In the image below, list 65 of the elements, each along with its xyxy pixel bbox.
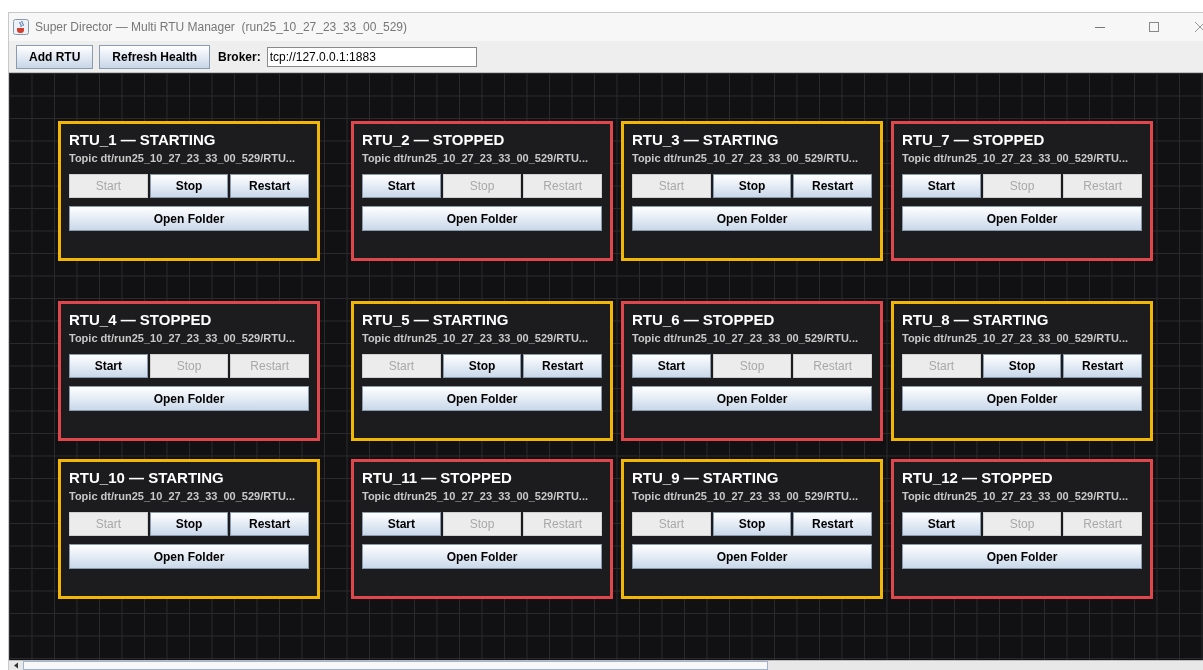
open-folder-button[interactable]: Open Folder — [632, 386, 872, 411]
card-title: RTU_5 — STARTING — [362, 310, 510, 330]
action-button[interactable]: Restart — [1063, 354, 1142, 378]
window-title: Super Director — Multi RTU Manager (run25_10_27_23_33_00_529) — [35, 19, 407, 36]
close-icon[interactable] — [1195, 22, 1203, 32]
card-title: RTU_4 — STOPPED — [69, 310, 213, 330]
action-button[interactable]: Start — [632, 354, 711, 378]
action-button[interactable]: Stop — [442, 354, 522, 378]
minimize-icon[interactable] — [1095, 26, 1105, 28]
broker-field[interactable]: tcp://127.0.0.1:1883 — [266, 46, 477, 67]
scroll-thumb[interactable] — [23, 661, 768, 670]
card-title: RTU_7 — STOPPED — [902, 130, 1046, 150]
topic-text: Topic dt/run25_10_27_23_33_00_529/RTU... — [362, 331, 590, 346]
card-title: RTU_3 — STARTING — [632, 130, 780, 150]
open-folder-button[interactable]: Open Folder — [69, 206, 309, 231]
card-title: RTU_1 — STARTING — [69, 130, 217, 150]
open-folder-button[interactable]: Open Folder — [632, 206, 872, 231]
card-title: RTU_9 — STARTING — [632, 468, 780, 488]
open-folder-button[interactable]: Open Folder — [362, 206, 602, 231]
card-title: RTU_12 — STOPPED — [902, 468, 1054, 488]
topic-text: Topic dt/run25_10_27_23_33_00_529/RTU... — [69, 151, 297, 166]
action-button[interactable]: Start — [902, 512, 981, 536]
action-button[interactable]: Restart — [793, 512, 872, 536]
action-button[interactable]: Stop — [712, 174, 792, 198]
card-title: RTU_2 — STOPPED — [362, 130, 506, 150]
toolbar-button[interactable]: Add RTU — [16, 44, 94, 69]
open-folder-button[interactable]: Open Folder — [362, 544, 602, 569]
topic-text: Topic dt/run25_10_27_23_33_00_529/RTU... — [632, 489, 860, 504]
topic-text: Topic dt/run25_10_27_23_33_00_529/RTU... — [632, 151, 860, 166]
open-folder-button[interactable]: Open Folder — [902, 206, 1142, 231]
card-title: RTU_6 — STOPPED — [632, 310, 776, 330]
action-button[interactable]: Start — [902, 174, 981, 198]
open-folder-button[interactable]: Open Folder — [902, 544, 1142, 569]
open-folder-button[interactable]: Open Folder — [632, 544, 872, 569]
action-button[interactable]: Restart — [793, 174, 872, 198]
topic-text: Topic dt/run25_10_27_23_33_00_529/RTU... — [902, 489, 1130, 504]
action-button[interactable]: Start — [362, 512, 441, 536]
topic-text: Topic dt/run25_10_27_23_33_00_529/RTU... — [362, 489, 590, 504]
open-folder-button[interactable]: Open Folder — [902, 386, 1142, 411]
action-button[interactable]: Stop — [149, 512, 229, 536]
action-button[interactable]: Restart — [230, 512, 309, 536]
card-title: RTU_11 — STOPPED — [362, 468, 513, 488]
topic-text: Topic dt/run25_10_27_23_33_00_529/RTU... — [632, 331, 860, 346]
broker-label: Broker: — [218, 48, 261, 66]
topic-text: Topic dt/run25_10_27_23_33_00_529/RTU... — [362, 151, 590, 166]
java-cup-icon — [13, 19, 29, 35]
maximize-icon[interactable] — [1149, 22, 1159, 32]
topic-text: Topic dt/run25_10_27_23_33_00_529/RTU... — [69, 489, 297, 504]
action-button[interactable]: Stop — [149, 174, 229, 198]
open-folder-button[interactable]: Open Folder — [362, 386, 602, 411]
horizontal-scrollbar[interactable] — [9, 660, 1203, 670]
open-folder-button[interactable]: Open Folder — [69, 544, 309, 569]
card-title: RTU_10 — STARTING — [69, 468, 225, 488]
action-button[interactable]: Restart — [230, 174, 309, 198]
toolbar-button[interactable]: Refresh Health — [99, 44, 211, 69]
open-folder-button[interactable]: Open Folder — [69, 386, 309, 411]
topic-text: Topic dt/run25_10_27_23_33_00_529/RTU... — [902, 331, 1130, 346]
topic-text: Topic dt/run25_10_27_23_33_00_529/RTU... — [69, 331, 297, 346]
action-button[interactable]: Start — [362, 174, 441, 198]
topic-text: Topic dt/run25_10_27_23_33_00_529/RTU... — [902, 151, 1130, 166]
action-button[interactable]: Start — [69, 354, 148, 378]
action-button[interactable]: Restart — [523, 354, 602, 378]
card-title: RTU_8 — STARTING — [902, 310, 1050, 330]
action-button[interactable]: Stop — [712, 512, 792, 536]
action-button[interactable]: Stop — [982, 354, 1062, 378]
